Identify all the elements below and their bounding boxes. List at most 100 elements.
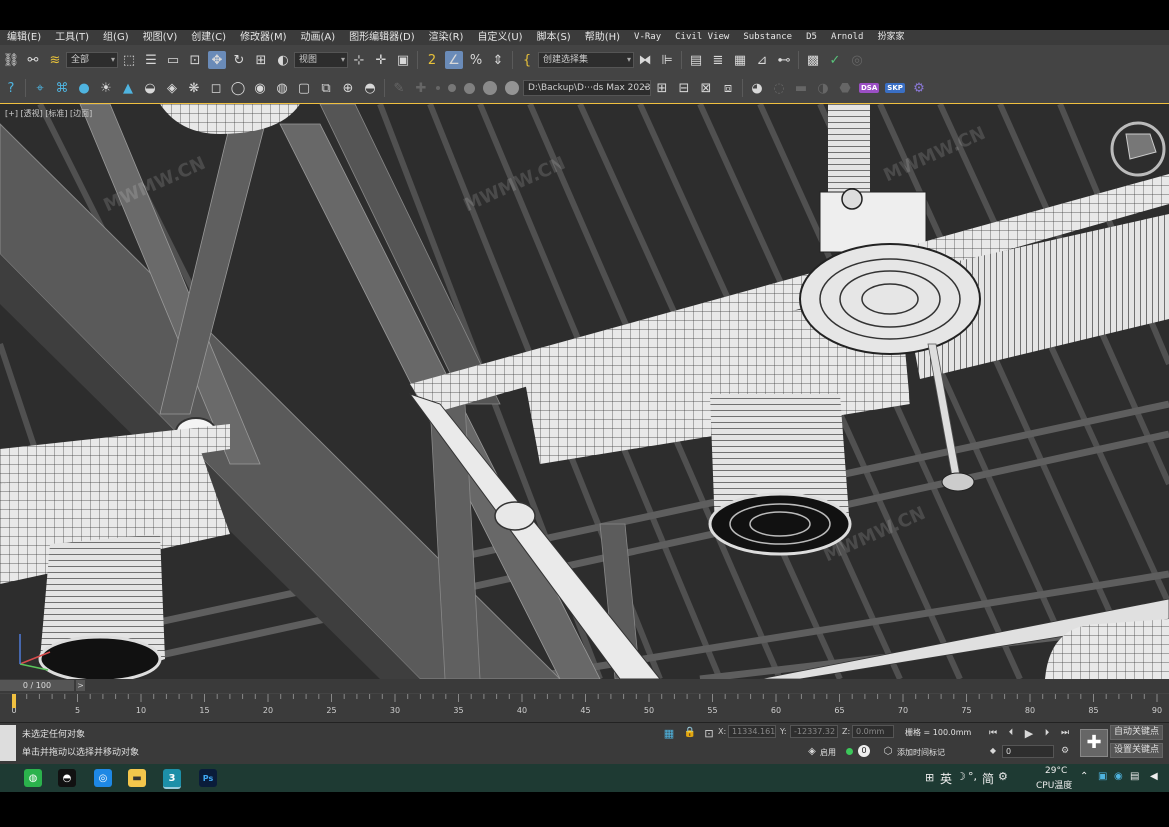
- ime-punctuation-icon[interactable]: °,: [968, 770, 977, 783]
- vray-pin-icon[interactable]: ✚: [412, 79, 430, 97]
- select-and-manipulate-icon[interactable]: ✛: [372, 51, 390, 69]
- vray-physical-camera-icon[interactable]: ⌘: [53, 79, 71, 97]
- d5-settings-icon[interactable]: ⬣: [836, 79, 854, 97]
- menu-rendering[interactable]: 渲染(R): [422, 30, 471, 45]
- time-slider-next-button[interactable]: >: [76, 680, 85, 691]
- z-coordinate-field[interactable]: 0.0mm: [852, 725, 894, 738]
- time-configuration-icon[interactable]: ⚙: [1059, 745, 1071, 757]
- tray-app-icon[interactable]: ◉: [1114, 771, 1123, 782]
- project-settings-icon[interactable]: ⧈: [719, 79, 737, 97]
- d5-export-icon[interactable]: ◑: [814, 79, 832, 97]
- project-open-icon[interactable]: ⊟: [675, 79, 693, 97]
- ime-simplified[interactable]: 简: [982, 770, 994, 787]
- vray-sun-icon[interactable]: ☀: [97, 79, 115, 97]
- go-to-start-icon[interactable]: ⏮: [987, 726, 999, 740]
- ribbon-icon[interactable]: ▦: [731, 51, 749, 69]
- menu-banjiajia[interactable]: 扮家家: [870, 30, 911, 45]
- adaptive-degradation-icon[interactable]: ◈: [806, 745, 818, 759]
- preview-sphere-small-icon[interactable]: [448, 84, 456, 92]
- menu-substance[interactable]: Substance: [736, 30, 799, 45]
- wechat-icon[interactable]: ◍: [24, 769, 42, 787]
- menu-customize[interactable]: 自定义(U): [470, 30, 529, 45]
- vray-brush-icon[interactable]: ✎: [390, 79, 408, 97]
- file-explorer-icon[interactable]: ▬: [128, 769, 146, 787]
- schematic-view-icon[interactable]: ⊷: [775, 51, 793, 69]
- vray-interactive-icon[interactable]: ⊕: [339, 79, 357, 97]
- preview-sphere-medium-icon[interactable]: [464, 82, 475, 94]
- auto-key-button[interactable]: 自动关键点: [1110, 725, 1164, 740]
- scene-explorer-icon[interactable]: ▤: [687, 51, 705, 69]
- angle-snap-icon[interactable]: ∠: [445, 51, 463, 69]
- preview-sphere-large-icon[interactable]: [483, 81, 497, 95]
- next-frame-icon[interactable]: ⏵: [1041, 726, 1053, 740]
- menu-arnold[interactable]: Arnold: [824, 30, 871, 45]
- tray-shield-icon[interactable]: ▣: [1098, 771, 1107, 782]
- layer-explorer-icon[interactable]: ≣: [709, 51, 727, 69]
- lock-selection-icon[interactable]: 🔒: [684, 726, 696, 740]
- select-and-rotate-icon[interactable]: ↻: [230, 51, 248, 69]
- vray-render-icon[interactable]: ⧉: [317, 79, 335, 97]
- current-frame-field[interactable]: 0: [1002, 745, 1054, 758]
- vray-camera-icon[interactable]: ⌖: [31, 79, 49, 97]
- curve-editor-icon[interactable]: ⊿: [753, 51, 771, 69]
- preview-sphere-xlarge-icon[interactable]: [505, 81, 519, 95]
- ime-language[interactable]: 英: [940, 770, 952, 787]
- select-object-icon[interactable]: ⬚: [120, 51, 138, 69]
- set-key-button[interactable]: 设置关键点: [1110, 743, 1164, 758]
- d5-camera-icon[interactable]: ▬: [792, 79, 810, 97]
- vray-light-icon[interactable]: ●: [75, 79, 93, 97]
- track-bar[interactable]: 0 5 10 15 20 25 30 35 40 45 50 55 60 65 70 75 80 85 90: [0, 694, 1169, 723]
- menu-edit[interactable]: 编辑(E): [0, 30, 48, 45]
- vray-fur-icon[interactable]: ❋: [185, 79, 203, 97]
- selection-filter-dropdown[interactable]: 全部: [66, 52, 118, 68]
- d5-link-icon[interactable]: ◌: [770, 79, 788, 97]
- menu-graph-editors[interactable]: 图形编辑器(D): [342, 30, 422, 45]
- skp-badge-icon[interactable]: SKP: [885, 83, 905, 93]
- vray-material-icon[interactable]: ◍: [273, 79, 291, 97]
- viewport-label[interactable]: [+] [透视] [标准] [边面]: [5, 108, 92, 119]
- link-icon[interactable]: ⛓: [2, 51, 20, 69]
- time-slider[interactable]: 0 / 100 >: [0, 679, 1169, 693]
- vray-sphere-icon[interactable]: ◯: [229, 79, 247, 97]
- spinner-snap-icon[interactable]: ⇕: [489, 51, 507, 69]
- project-folder-icon[interactable]: ⊞: [653, 79, 671, 97]
- menu-animation[interactable]: 动画(A): [294, 30, 343, 45]
- plugin-gear-icon[interactable]: ⚙: [910, 79, 928, 97]
- project-save-icon[interactable]: ⊠: [697, 79, 715, 97]
- pivot-center-icon[interactable]: ⊹: [350, 51, 368, 69]
- current-time-marker[interactable]: [12, 694, 16, 708]
- maxscript-listener-thumb[interactable]: [0, 725, 16, 761]
- vray-decal-icon[interactable]: ◉: [251, 79, 269, 97]
- keyboard-shortcut-override-icon[interactable]: ▣: [394, 51, 412, 69]
- time-tag-icon[interactable]: ⬡: [882, 745, 894, 759]
- vray-plane-icon[interactable]: ◻: [207, 79, 225, 97]
- menu-d5[interactable]: D5: [799, 30, 824, 45]
- select-and-scale-icon[interactable]: ⊞: [252, 51, 270, 69]
- bind-space-warp-icon[interactable]: ≋: [46, 51, 64, 69]
- snaps-toggle-icon[interactable]: 2: [423, 51, 441, 69]
- menu-create[interactable]: 创建(C): [184, 30, 233, 45]
- select-by-name-icon[interactable]: ☰: [142, 51, 160, 69]
- ime-moon-icon[interactable]: ☽: [956, 770, 966, 783]
- qq-icon[interactable]: ◓: [58, 769, 76, 787]
- browser-icon[interactable]: ◎: [94, 769, 112, 787]
- select-and-move-icon[interactable]: ✥: [208, 51, 226, 69]
- vray-proxy-icon[interactable]: ◈: [163, 79, 181, 97]
- preview-sphere-tiny-icon[interactable]: [436, 86, 440, 90]
- reference-coordinate-dropdown[interactable]: 视图: [294, 52, 348, 68]
- vray-frame-buffer-icon[interactable]: ▢: [295, 79, 313, 97]
- menu-modifiers[interactable]: 修改器(M): [233, 30, 293, 45]
- menu-vray[interactable]: V-Ray: [627, 30, 668, 45]
- isolate-selection-icon[interactable]: ▦: [662, 726, 676, 740]
- menu-tools[interactable]: 工具(T): [48, 30, 96, 45]
- unlink-icon[interactable]: ⚯: [24, 51, 42, 69]
- perspective-viewport[interactable]: [+] [透视] [标准] [边面] MWMW.CN MWMW.CN MWMW.…: [0, 103, 1169, 679]
- project-path-dropdown[interactable]: D:\Backup\D⋯ds Max 2023: [523, 80, 651, 96]
- ime-settings-icon[interactable]: ⚙: [998, 770, 1008, 783]
- tray-expand-icon[interactable]: ⌃: [1080, 771, 1088, 782]
- dsa-badge-icon[interactable]: DSA: [859, 83, 880, 93]
- render-frame-icon[interactable]: ◎: [848, 51, 866, 69]
- menu-scripting[interactable]: 脚本(S): [530, 30, 578, 45]
- vray-dome-light-icon[interactable]: ◒: [141, 79, 159, 97]
- y-coordinate-field[interactable]: -12337.32: [790, 725, 838, 738]
